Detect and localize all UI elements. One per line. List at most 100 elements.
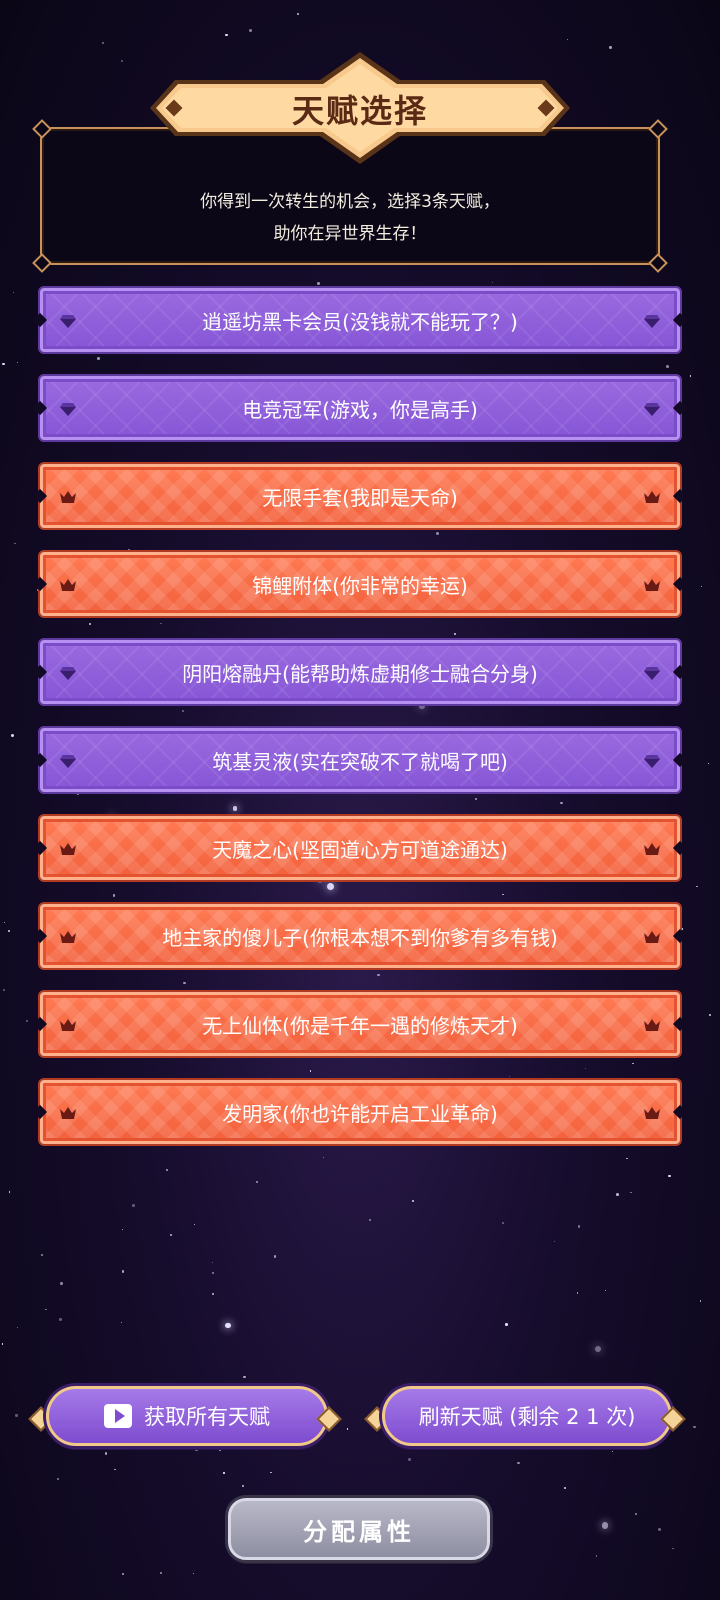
- star: [121, 1270, 125, 1273]
- star: [120, 1322, 122, 1324]
- star: [601, 1522, 609, 1529]
- gem-icon: [643, 399, 661, 417]
- star: [169, 1234, 172, 1237]
- star: [564, 1487, 566, 1489]
- talent-label: 无上仙体(你是千年一遇的修炼天才): [202, 1013, 518, 1038]
- page-title: 天赋选择: [291, 92, 428, 130]
- star: [119, 439, 122, 442]
- talent-label: 筑基灵液(实在突破不了就喝了吧): [212, 749, 508, 774]
- star: [45, 1308, 47, 1311]
- star: [693, 1425, 696, 1429]
- star: [249, 29, 252, 32]
- card-notch: [672, 488, 688, 504]
- card-notch: [32, 1104, 48, 1120]
- card-notch: [32, 840, 48, 856]
- card-notch: [32, 928, 48, 944]
- talent-option[interactable]: 逍遥坊黑卡会员(没钱就不能玩了？): [32, 288, 688, 352]
- crown-icon: [643, 575, 661, 593]
- card-notch: [672, 1016, 688, 1032]
- star: [16, 361, 18, 363]
- gem-icon: [59, 751, 77, 769]
- star: [16, 1326, 19, 1329]
- play-video-icon: [104, 1404, 132, 1428]
- star: [560, 801, 563, 805]
- card-notch: [32, 400, 48, 416]
- allocate-attributes-button[interactable]: 分配属性: [228, 1498, 490, 1560]
- star: [211, 1261, 214, 1264]
- star: [566, 39, 568, 41]
- star: [501, 1222, 504, 1225]
- talent-option[interactable]: 阴阳熔融丹(能帮助炼虚期修士融合分身): [32, 640, 688, 704]
- intro-line-2: 助你在异世界生存！: [273, 224, 427, 244]
- star: [3, 921, 5, 923]
- star: [225, 1322, 231, 1328]
- talent-option[interactable]: 发明家(你也许能开启工业革命): [32, 1080, 688, 1144]
- card-notch: [672, 576, 688, 592]
- star: [296, 13, 299, 16]
- crown-icon: [59, 927, 77, 945]
- intro-line-1: 你得到一次转生的机会，选择3条天赋，: [200, 192, 500, 212]
- star: [2, 988, 5, 991]
- star: [132, 1204, 136, 1208]
- star: [88, 622, 91, 625]
- star: [634, 1512, 638, 1516]
- star: [104, 1452, 108, 1455]
- card-notch: [32, 752, 48, 768]
- star: [76, 792, 80, 795]
- star: [577, 1225, 581, 1228]
- talent-label: 电竞冠军(游戏，你是高手): [242, 397, 478, 422]
- star: [492, 282, 494, 284]
- star: [121, 1573, 124, 1575]
- star: [672, 1547, 674, 1550]
- star: [326, 883, 334, 891]
- star: [347, 1428, 349, 1430]
- star: [97, 357, 100, 360]
- star: [584, 1067, 586, 1070]
- refresh-talents-button[interactable]: 刷新天赋 (剩余 2 1 次): [382, 1386, 672, 1446]
- star: [13, 291, 14, 293]
- card-notch: [672, 928, 688, 944]
- star: [419, 704, 425, 710]
- talent-option[interactable]: 筑基灵液(实在突破不了就喝了吧): [32, 728, 688, 792]
- star: [232, 806, 238, 811]
- star: [594, 1345, 601, 1352]
- talent-option[interactable]: 无上仙体(你是千年一遇的修炼天才): [32, 992, 688, 1056]
- star: [41, 1254, 43, 1256]
- star: [605, 1289, 607, 1292]
- talent-option[interactable]: 天魔之心(坚固道心方可道途通达): [32, 816, 688, 880]
- talent-option[interactable]: 电竞冠军(游戏，你是高手): [32, 376, 688, 440]
- star: [273, 1255, 277, 1258]
- talent-label: 天魔之心(坚固道心方可道途通达): [212, 837, 508, 862]
- card-notch: [32, 312, 48, 328]
- star: [11, 733, 15, 737]
- star: [59, 1318, 63, 1322]
- crown-icon: [643, 487, 661, 505]
- intro-text: 你得到一次转生的机会，选择3条天赋， 助你在异世界生存！: [40, 186, 660, 250]
- star: [309, 1070, 312, 1072]
- star: [630, 1191, 632, 1194]
- star: [708, 1013, 711, 1016]
- star: [616, 1192, 619, 1196]
- star: [194, 1448, 198, 1452]
- corner-ornament: [648, 119, 668, 139]
- star: [412, 1199, 415, 1203]
- star: [159, 622, 162, 625]
- talent-option[interactable]: 锦鲤附体(你非常的幸运): [32, 552, 688, 616]
- star: [223, 1472, 225, 1474]
- get-all-talents-button[interactable]: 获取所有天赋: [46, 1386, 328, 1446]
- talent-option[interactable]: 无限手套(我即是天命): [32, 464, 688, 528]
- crown-icon: [643, 927, 661, 945]
- corner-ornament: [32, 253, 52, 273]
- star: [612, 1451, 614, 1453]
- star: [270, 1472, 272, 1474]
- talent-option[interactable]: 地主家的傻儿子(你根本想不到你爹有多有钱): [32, 904, 688, 968]
- star: [25, 1019, 29, 1023]
- crown-icon: [59, 1015, 77, 1033]
- gem-icon: [643, 751, 661, 769]
- talent-label: 锦鲤附体(你非常的幸运): [252, 573, 468, 598]
- crown-icon: [59, 839, 77, 857]
- star: [159, 1571, 163, 1575]
- star: [553, 1240, 555, 1242]
- star: [122, 1229, 124, 1231]
- star: [668, 1175, 671, 1178]
